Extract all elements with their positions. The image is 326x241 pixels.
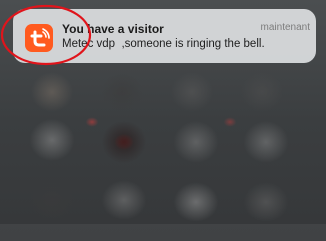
notification-message: Metec vdp ,someone is ringing the bell. xyxy=(62,38,265,50)
dock-area xyxy=(0,224,326,241)
tuya-smart-icon xyxy=(25,24,53,52)
notification-banner[interactable] xyxy=(13,9,316,63)
notification-time: maintenant xyxy=(260,22,310,33)
notification-title: You have a visitor xyxy=(62,22,164,36)
